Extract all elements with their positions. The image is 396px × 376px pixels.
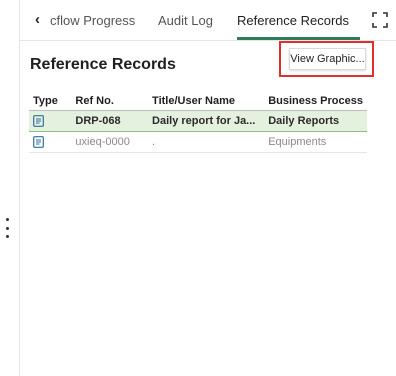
tab-workflow-progress[interactable]: cflow Progress <box>50 13 152 28</box>
tab-scroll-left-icon[interactable]: ‹ <box>35 12 49 28</box>
highlight-box: View Graphic... <box>279 41 374 77</box>
business-process-cell: Equipments <box>264 131 367 153</box>
title-cell: . <box>148 131 265 153</box>
title-cell: Daily report for Ja... <box>148 110 265 132</box>
active-tab-indicator <box>237 37 360 40</box>
section-title: Reference Records <box>30 56 176 73</box>
expand-icon[interactable] <box>371 11 389 29</box>
tab-reference-records[interactable]: Reference Records <box>237 13 349 28</box>
table-row[interactable]: uxieq-0000 . Equipments <box>29 131 367 153</box>
panel-resize-handle-icon[interactable] <box>4 218 10 238</box>
column-header-ref-no[interactable]: Ref No. <box>71 91 149 111</box>
tab-bar: ‹ cflow Progress Audit Log Reference Rec… <box>19 0 396 41</box>
left-panel-gutter <box>0 0 20 376</box>
reference-records-table: Type Ref No. Title/User Name Business Pr… <box>29 91 367 153</box>
document-icon <box>33 115 44 127</box>
view-graphic-button[interactable]: View Graphic... <box>289 48 366 70</box>
business-process-cell: Daily Reports <box>264 110 367 132</box>
column-header-business-process[interactable]: Business Process <box>264 91 367 111</box>
ref-no-cell: DRP-068 <box>71 110 149 132</box>
tab-audit-log[interactable]: Audit Log <box>158 13 213 28</box>
column-header-type[interactable]: Type <box>29 91 72 111</box>
ref-no-cell: uxieq-0000 <box>71 131 149 153</box>
table-header-row: Type Ref No. Title/User Name Business Pr… <box>29 91 367 111</box>
table-row[interactable]: DRP-068 Daily report for Ja... Daily Rep… <box>29 110 367 132</box>
column-header-title[interactable]: Title/User Name <box>148 91 265 111</box>
document-icon <box>33 136 44 148</box>
